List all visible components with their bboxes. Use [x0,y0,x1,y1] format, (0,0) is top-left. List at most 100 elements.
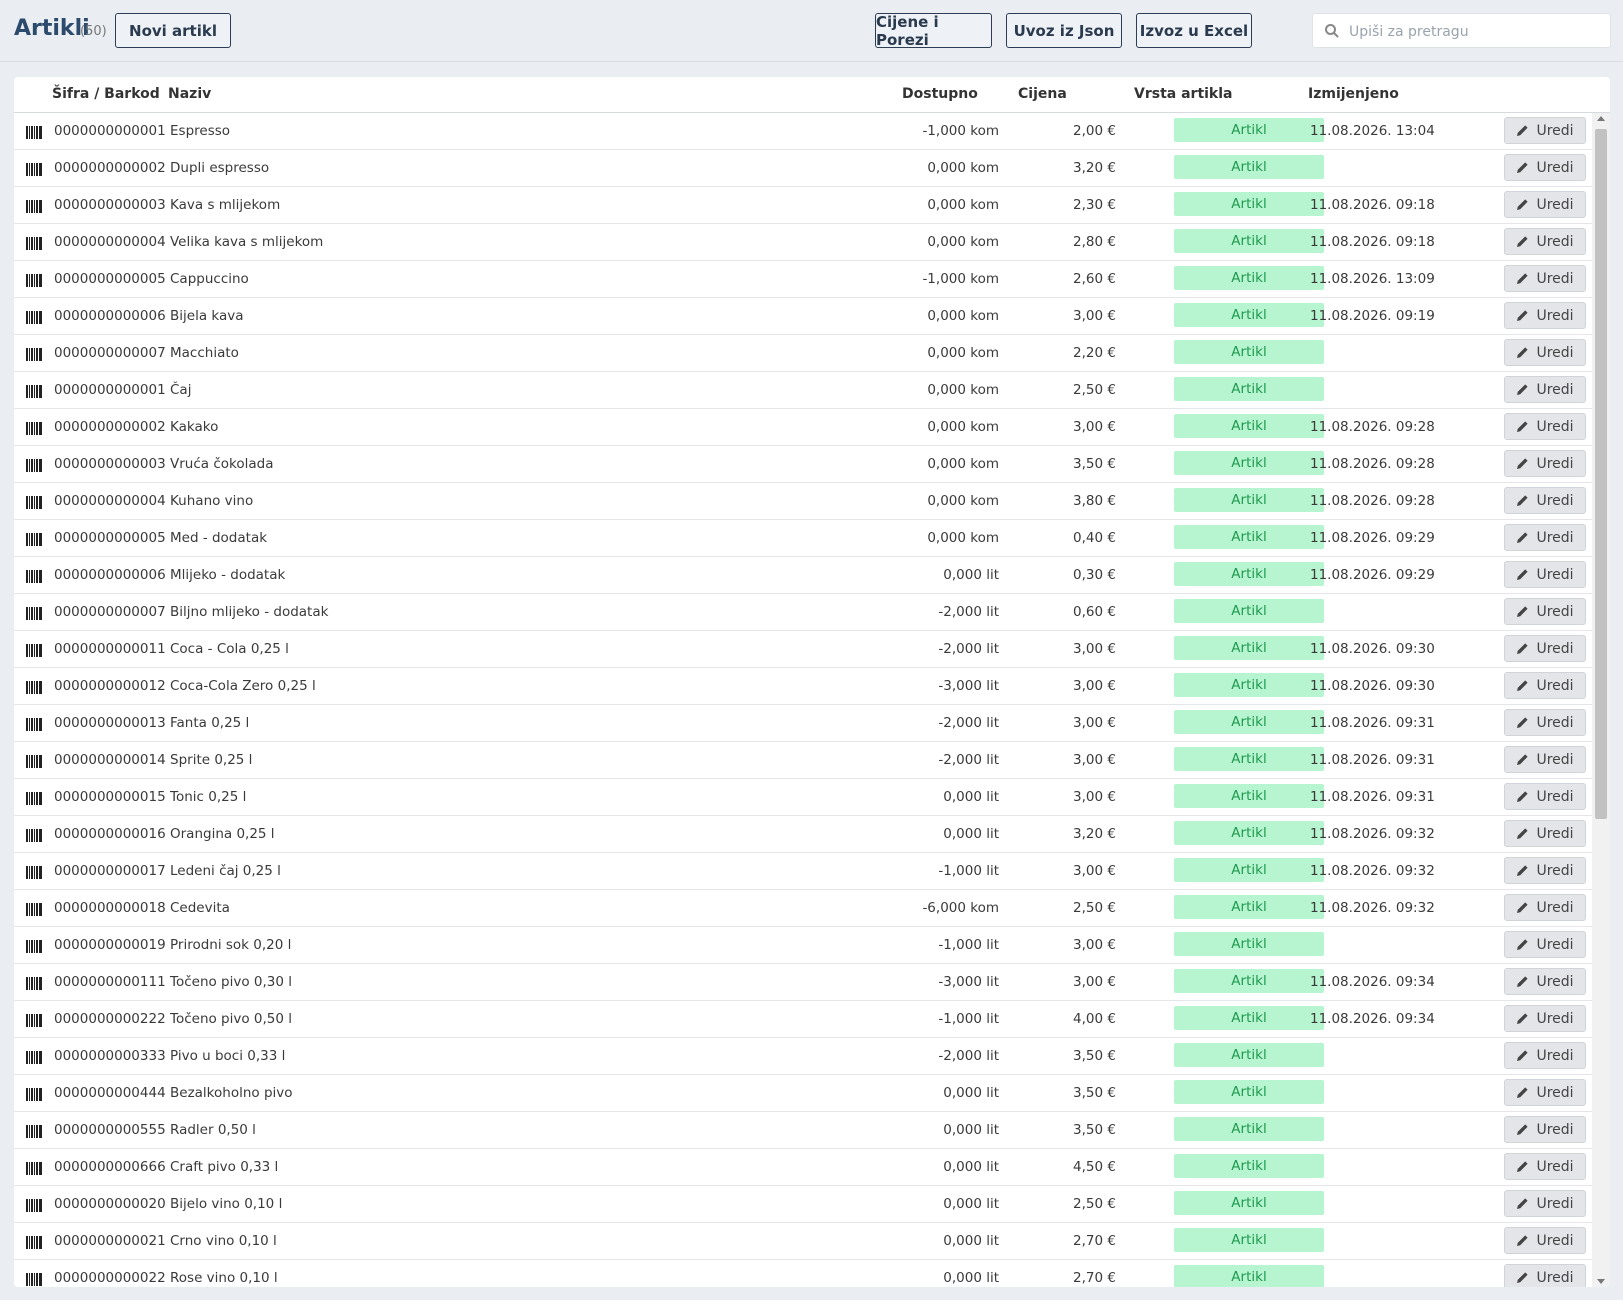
item-modified: 11.08.2026. 09:31 [1310,715,1435,731]
search-box [1312,13,1611,48]
table-row[interactable]: 0000000000018 Cedevita -6,000 kom 2,50 € Art… [14,890,1592,927]
edit-button[interactable]: Uredi [1504,117,1586,144]
edit-button[interactable]: Uredi [1504,450,1586,477]
export-excel-button[interactable]: Izvoz u Excel [1136,13,1252,48]
edit-button[interactable]: Uredi [1504,1116,1586,1143]
table-row[interactable]: 0000000000022 Rose vino 0,10 l 0,000 lit 2,… [14,1260,1592,1287]
edit-button[interactable]: Uredi [1504,746,1586,773]
table-row[interactable]: 0000000000007 Macchiato 0,000 kom 2,20 € Art… [14,335,1592,372]
edit-button[interactable]: Uredi [1504,376,1586,403]
barcode-icon [26,235,42,250]
table-row[interactable]: 0000000000007 Biljno mlijeko - dodatak -2,… [14,594,1592,631]
edit-button[interactable]: Uredi [1504,598,1586,625]
edit-button[interactable]: Uredi [1504,339,1586,366]
item-code: 0000000000014 [54,752,166,768]
table-row[interactable]: 0000000000003 Vruća čokolada 0,000 kom 3,50… [14,446,1592,483]
item-modified: 11.08.2026. 09:31 [1310,752,1435,768]
scroll-up-arrow-icon[interactable] [1597,116,1605,121]
scroll-down-arrow-icon[interactable] [1597,1279,1605,1284]
edit-button[interactable]: Uredi [1504,302,1586,329]
column-modified[interactable]: Izmijenjeno [1308,86,1399,102]
edit-button[interactable]: Uredi [1504,487,1586,514]
edit-button-label: Uredi [1536,344,1574,361]
edit-button[interactable]: Uredi [1504,783,1586,810]
table-row[interactable]: 0000000000004 Velika kava s mlijekom 0,000… [14,224,1592,261]
prices-taxes-button[interactable]: Cijene i Porezi [875,13,992,49]
edit-button[interactable]: Uredi [1504,931,1586,958]
column-name[interactable]: Naziv [168,86,211,102]
table-row[interactable]: 0000000000020 Bijelo vino 0,10 l 0,000 lit… [14,1186,1592,1223]
item-name: Kuhano vino [170,493,254,509]
table-row[interactable]: 0000000000001 Espresso -1,000 kom 2,00 € Art… [14,113,1592,150]
table-row[interactable]: 0000000000333 Pivo u boci 0,33 l -2,000 li… [14,1038,1592,1075]
edit-button[interactable]: Uredi [1504,524,1586,551]
table-row[interactable]: 0000000000005 Cappuccino -1,000 kom 2,60 € A… [14,261,1592,298]
table-row[interactable]: 0000000000003 Kava s mlijekom 0,000 kom 2,3… [14,187,1592,224]
table-row[interactable]: 0000000000015 Tonic 0,25 l 0,000 lit 3,00 €… [14,779,1592,816]
edit-button[interactable]: Uredi [1504,1264,1586,1287]
table-row[interactable]: 0000000000021 Crno vino 0,10 l 0,000 lit 2,… [14,1223,1592,1260]
item-price: 3,50 € [1073,1085,1116,1101]
table-row[interactable]: 0000000000017 Ledeni čaj 0,25 l -1,000 lit… [14,853,1592,890]
import-json-button[interactable]: Uvoz iz Json [1006,13,1122,48]
edit-button[interactable]: Uredi [1504,1005,1586,1032]
edit-button[interactable]: Uredi [1504,709,1586,736]
table-row[interactable]: 0000000000666 Craft pivo 0,33 l 0,000 lit 4… [14,1149,1592,1186]
table-row[interactable]: 0000000000006 Mlijeko - dodatak 0,000 lit 0… [14,557,1592,594]
table-row[interactable]: 0000000000011 Coca - Cola 0,25 l -2,000 li… [14,631,1592,668]
table-row[interactable]: 0000000000005 Med - dodatak 0,000 kom 0,40 … [14,520,1592,557]
edit-button-label: Uredi [1536,603,1574,620]
column-available[interactable]: Dostupno [902,86,978,102]
table-row[interactable]: 0000000000001 Čaj 0,000 kom 2,50 € Artikl Ure… [14,372,1592,409]
item-type-badge: Artikl [1174,858,1324,882]
column-code[interactable]: Šifra / Barkod [52,86,160,102]
item-modified: 11.08.2026. 09:28 [1310,493,1435,509]
table-row[interactable]: 0000000000444 Bezalkoholno pivo 0,000 lit 3… [14,1075,1592,1112]
edit-button[interactable]: Uredi [1504,1227,1586,1254]
edit-button[interactable]: Uredi [1504,672,1586,699]
pencil-icon [1516,568,1529,581]
item-name: Crno vino 0,10 l [170,1233,277,1249]
table-row[interactable]: 0000000000004 Kuhano vino 0,000 kom 3,80 € A… [14,483,1592,520]
edit-button[interactable]: Uredi [1504,561,1586,588]
table-row[interactable]: 0000000000555 Radler 0,50 l 0,000 lit 3,50 … [14,1112,1592,1149]
table-row[interactable]: 0000000000016 Orangina 0,25 l 0,000 lit 3,2… [14,816,1592,853]
edit-button[interactable]: Uredi [1504,191,1586,218]
table-row[interactable]: 0000000000013 Fanta 0,25 l -2,000 lit 3,00 … [14,705,1592,742]
table-row[interactable]: 0000000000002 Kakako 0,000 kom 3,00 € Artikl… [14,409,1592,446]
item-modified: 11.08.2026. 09:34 [1310,1011,1435,1027]
column-type[interactable]: Vrsta artikla [1134,86,1233,102]
edit-button[interactable]: Uredi [1504,968,1586,995]
articles-table: Šifra / Barkod Naziv Dostupno Cijena Vrs… [14,77,1610,1287]
vertical-scrollbar[interactable] [1592,113,1610,1287]
new-item-button[interactable]: Novi artikl [115,13,231,48]
table-row[interactable]: 0000000000012 Coca-Cola Zero 0,25 l -3,000… [14,668,1592,705]
edit-button[interactable]: Uredi [1504,228,1586,255]
edit-button[interactable]: Uredi [1504,1190,1586,1217]
edit-button[interactable]: Uredi [1504,413,1586,440]
table-row[interactable]: 0000000000014 Sprite 0,25 l -2,000 lit 3,00… [14,742,1592,779]
column-price[interactable]: Cijena [1018,86,1067,102]
item-price: 2,00 € [1073,123,1116,139]
table-row[interactable]: 0000000000006 Bijela kava 0,000 kom 3,00 € A… [14,298,1592,335]
edit-button[interactable]: Uredi [1504,894,1586,921]
edit-button[interactable]: Uredi [1504,1153,1586,1180]
table-row[interactable]: 0000000000222 Točeno pivo 0,50 l -1,000 li… [14,1001,1592,1038]
table-row[interactable]: 0000000000002 Dupli espresso 0,000 kom 3,20… [14,150,1592,187]
table-row[interactable]: 0000000000111 Točeno pivo 0,30 l -3,000 li… [14,964,1592,1001]
edit-button-label: Uredi [1536,418,1574,435]
edit-button[interactable]: Uredi [1504,265,1586,292]
search-input[interactable] [1347,16,1606,47]
item-available: 0,000 kom [927,530,999,546]
edit-button[interactable]: Uredi [1504,1042,1586,1069]
edit-button[interactable]: Uredi [1504,1079,1586,1106]
edit-button[interactable]: Uredi [1504,635,1586,662]
edit-button[interactable]: Uredi [1504,820,1586,847]
item-available: -6,000 kom [922,900,999,916]
edit-button[interactable]: Uredi [1504,857,1586,884]
scroll-thumb[interactable] [1595,129,1607,819]
table-row[interactable]: 0000000000019 Prirodni sok 0,20 l -1,000 l… [14,927,1592,964]
edit-button[interactable]: Uredi [1504,154,1586,181]
item-modified: 11.08.2026. 13:04 [1310,123,1435,139]
edit-button-label: Uredi [1536,640,1574,657]
